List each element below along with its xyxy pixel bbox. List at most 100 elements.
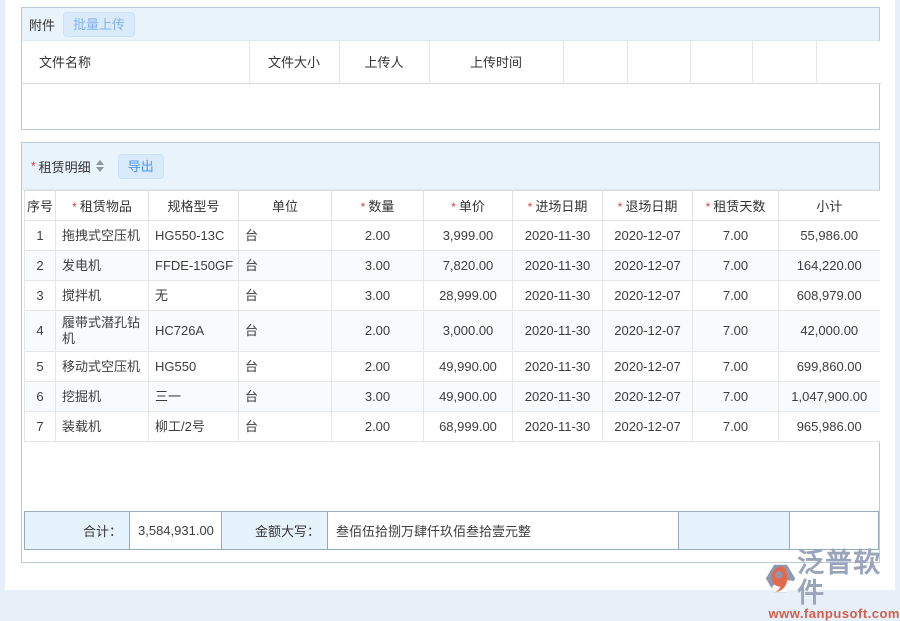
cell-end-date: 2020-12-07 xyxy=(603,412,693,442)
cell-days: 7.00 xyxy=(693,281,779,311)
cell-unit: 台 xyxy=(239,281,332,311)
cell-item: 发电机 xyxy=(56,251,149,281)
rental-column-subtotal: 小计 xyxy=(779,191,880,221)
total-label: 合计： xyxy=(25,512,129,549)
cell-unit: 台 xyxy=(239,221,332,251)
rental-column-item: *租赁物品 xyxy=(56,191,149,221)
cell-quantity: 2.00 xyxy=(332,352,424,382)
cell-subtotal: 608,979.00 xyxy=(779,281,880,311)
cell-subtotal: 55,986.00 xyxy=(779,221,880,251)
cell-quantity: 2.00 xyxy=(332,221,424,251)
cell-start-date: 2020-11-30 xyxy=(513,382,603,412)
cell-seq: 3 xyxy=(25,281,56,311)
cell-end-date: 2020-12-07 xyxy=(603,251,693,281)
rental-column-model: 规格型号 xyxy=(149,191,239,221)
cell-start-date: 2020-11-30 xyxy=(513,221,603,251)
rental-table-row: 4履带式潜孔钻机HC726A台2.003,000.002020-11-30202… xyxy=(25,311,880,352)
required-asterisk: * xyxy=(72,200,77,214)
cell-days: 7.00 xyxy=(693,251,779,281)
rental-details-table: 序号*租赁物品规格型号单位*数量*单价*进场日期*退场日期*租赁天数小计 1拖拽… xyxy=(24,190,880,442)
attachments-column-empty-3 xyxy=(690,41,752,83)
cell-unit-price: 68,999.00 xyxy=(424,412,513,442)
cell-model: 无 xyxy=(149,281,239,311)
cell-seq: 6 xyxy=(25,382,56,412)
attachments-column-empty-4 xyxy=(752,41,816,83)
attachments-title: 附件 xyxy=(29,15,55,34)
attachments-table: 文件名称文件大小上传人上传时间 xyxy=(22,41,881,84)
attachments-column-file-size: 文件大小 xyxy=(249,41,339,83)
attachments-column-file-name: 文件名称 xyxy=(22,41,249,83)
cell-model: 柳工/2号 xyxy=(149,412,239,442)
cell-item: 履带式潜孔钻机 xyxy=(56,311,149,352)
rental-table-row: 6挖掘机三一台3.0049,900.002020-11-302020-12-07… xyxy=(25,382,880,412)
cell-item: 挖掘机 xyxy=(56,382,149,412)
cell-subtotal: 164,220.00 xyxy=(779,251,880,281)
attachments-column-empty-1 xyxy=(563,41,627,83)
amount-words-box: 叁佰伍拾捌万肆仟玖佰叁拾壹元整 xyxy=(327,512,679,549)
rental-header-row: 序号*租赁物品规格型号单位*数量*单价*进场日期*退场日期*租赁天数小计 xyxy=(25,191,880,221)
batch-upload-button[interactable]: 批量上传 xyxy=(63,12,135,37)
cell-end-date: 2020-12-07 xyxy=(603,382,693,412)
total-value-box: 3,584,931.00 xyxy=(129,512,222,549)
cell-unit-price: 3,999.00 xyxy=(424,221,513,251)
totals-footer-row: 合计： 3,584,931.00 金额大写： 叁佰伍拾捌万肆仟玖佰叁拾壹元整 xyxy=(24,511,879,550)
attachments-column-uploader: 上传人 xyxy=(339,41,429,83)
cell-end-date: 2020-12-07 xyxy=(603,311,693,352)
cell-unit-price: 49,990.00 xyxy=(424,352,513,382)
cell-item: 拖拽式空压机 xyxy=(56,221,149,251)
cell-quantity: 3.00 xyxy=(332,281,424,311)
required-asterisk: * xyxy=(706,200,711,214)
cell-start-date: 2020-11-30 xyxy=(513,311,603,352)
cell-seq: 4 xyxy=(25,311,56,352)
rental-column-start-date: *进场日期 xyxy=(513,191,603,221)
cell-quantity: 2.00 xyxy=(332,311,424,352)
cell-start-date: 2020-11-30 xyxy=(513,281,603,311)
attachments-column-upload-time: 上传时间 xyxy=(429,41,563,83)
fanpu-logo-url: www.fanpusoft.com xyxy=(768,606,900,621)
export-button[interactable]: 导出 xyxy=(118,154,164,179)
cell-unit: 台 xyxy=(239,412,332,442)
required-asterisk: * xyxy=(528,200,533,214)
footer-empty-box xyxy=(789,512,878,549)
cell-subtotal: 1,047,900.00 xyxy=(779,382,880,412)
cell-model: HG550-13C xyxy=(149,221,239,251)
rental-table-row: 3搅拌机无台3.0028,999.002020-11-302020-12-077… xyxy=(25,281,880,311)
rental-column-end-date: *退场日期 xyxy=(603,191,693,221)
cell-seq: 1 xyxy=(25,221,56,251)
cell-unit-price: 28,999.00 xyxy=(424,281,513,311)
cell-quantity: 3.00 xyxy=(332,251,424,281)
cell-unit: 台 xyxy=(239,352,332,382)
attachments-panel-header: 附件 批量上传 xyxy=(22,8,879,41)
sort-up-icon xyxy=(96,160,104,165)
cell-item: 移动式空压机 xyxy=(56,352,149,382)
required-asterisk: * xyxy=(31,159,36,173)
amount-words-label: 金额大写： xyxy=(222,512,327,549)
cell-seq: 2 xyxy=(25,251,56,281)
cell-unit-price: 7,820.00 xyxy=(424,251,513,281)
attachments-column-empty-5 xyxy=(816,41,881,83)
fanpu-logo-icon xyxy=(764,563,797,594)
cell-unit: 台 xyxy=(239,311,332,352)
cell-seq: 7 xyxy=(25,412,56,442)
rental-table-row: 1拖拽式空压机HG550-13C台2.003,999.002020-11-302… xyxy=(25,221,880,251)
cell-unit-price: 3,000.00 xyxy=(424,311,513,352)
content-area: 附件 批量上传 文件名称文件大小上传人上传时间 * 租赁明细 导出 xyxy=(5,0,895,590)
cell-days: 7.00 xyxy=(693,352,779,382)
cell-subtotal: 699,860.00 xyxy=(779,352,880,382)
sort-toggle-icon[interactable] xyxy=(96,160,104,172)
cell-quantity: 3.00 xyxy=(332,382,424,412)
rental-details-panel: * 租赁明细 导出 序号*租赁物品规格型号单位*数量*单价*进场日期*退场日期*… xyxy=(21,142,880,563)
rental-column-unit: 单位 xyxy=(239,191,332,221)
cell-days: 7.00 xyxy=(693,412,779,442)
rental-panel-header: * 租赁明细 导出 xyxy=(22,143,879,190)
cell-days: 7.00 xyxy=(693,311,779,352)
attachments-column-empty-2 xyxy=(627,41,690,83)
cell-end-date: 2020-12-07 xyxy=(603,221,693,251)
cell-start-date: 2020-11-30 xyxy=(513,251,603,281)
cell-end-date: 2020-12-07 xyxy=(603,281,693,311)
cell-start-date: 2020-11-30 xyxy=(513,412,603,442)
fanpu-logo-text: 泛普软件 xyxy=(797,548,900,608)
cell-model: HC726A xyxy=(149,311,239,352)
cell-subtotal: 965,986.00 xyxy=(779,412,880,442)
cell-subtotal: 42,000.00 xyxy=(779,311,880,352)
